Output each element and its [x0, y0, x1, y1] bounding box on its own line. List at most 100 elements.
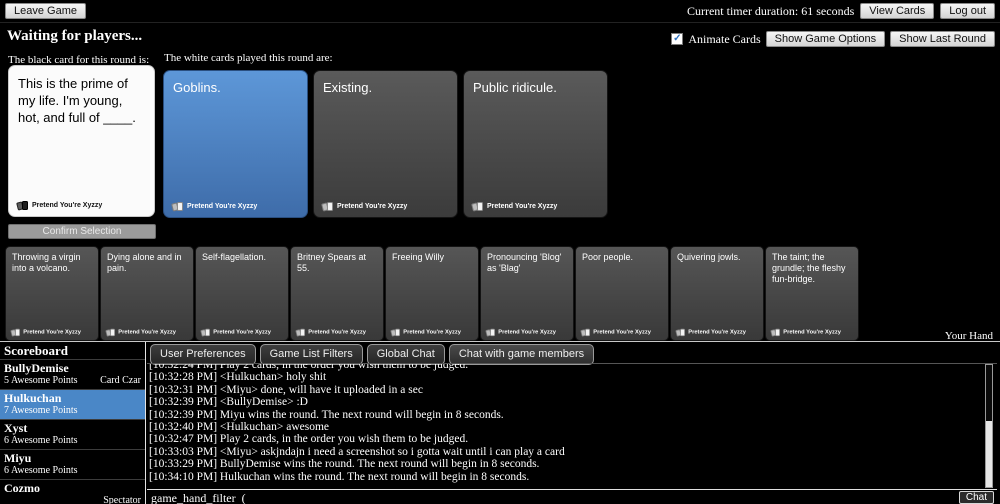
card-watermark: Pretend You're Xyzzy [471, 201, 557, 212]
watermark-text: Pretend You're Xyzzy [32, 201, 103, 209]
watermark-text: Pretend You're Xyzzy [213, 329, 271, 335]
chat-message: [10:32:40 PM] <Hulkuchan> awesome [149, 421, 330, 434]
card-watermark: Pretend You're Xyzzy [295, 328, 366, 337]
animate-cards-checkbox[interactable]: ✓ [671, 33, 684, 45]
leave-game-button[interactable]: Leave Game [5, 3, 86, 19]
player-role: Card Czar [100, 375, 141, 386]
chat-input-row: game_hand_filter ( Chat [147, 489, 997, 504]
player-name: Hulkuchan [4, 391, 62, 405]
card-watermark: Pretend You're Xyzzy [580, 328, 651, 337]
cards-logo-icon [770, 328, 781, 337]
white-cards-section-label: The white cards played this round are: [164, 52, 333, 64]
cards-logo-icon [390, 328, 401, 337]
watermark-text: Pretend You're Xyzzy [498, 329, 556, 335]
chat-log: [10:32:24 PM] Play 2 cards, in the order… [149, 364, 983, 488]
player-role: Spectator [103, 495, 141, 504]
scoreboard-row: Cozmo Spectator [0, 479, 145, 504]
hand-card-text: Pronouncing 'Blog' as 'Blag' [487, 252, 562, 273]
hand-card[interactable]: The taint; the grundle; the fleshy fun-b… [765, 246, 859, 341]
hand-card-text: Self-flagellation. [202, 252, 267, 262]
chat-message: [10:33:29 PM] BullyDemise wins the round… [149, 458, 540, 471]
hand-card[interactable]: Britney Spears at 55. Pretend You're Xyz… [290, 246, 384, 341]
view-cards-button[interactable]: View Cards [860, 3, 935, 19]
cards-logo-icon [675, 328, 686, 337]
check-icon: ✓ [673, 33, 682, 44]
tab-user-preferences[interactable]: User Preferences [150, 344, 256, 365]
tab-global-chat[interactable]: Global Chat [366, 344, 445, 365]
chat-message: [10:32:28 PM] <Hulkuchan> holy shit [149, 371, 327, 384]
cards-logo-icon [580, 328, 591, 337]
player-name: Cozmo [4, 481, 40, 495]
card-watermark: Pretend You're Xyzzy [16, 200, 103, 211]
played-card-text: Public ridicule. [473, 80, 557, 95]
chat-message: [10:32:39 PM] <BullyDemise> :D [149, 396, 308, 409]
hand-card-text: Poor people. [582, 252, 634, 262]
show-game-options-button[interactable]: Show Game Options [765, 31, 886, 47]
chat-scrollbar[interactable] [985, 364, 993, 488]
tab-game-chat[interactable]: Chat with game members [448, 344, 595, 365]
card-watermark: Pretend You're Xyzzy [10, 328, 81, 337]
hand-card[interactable]: Freeing Willy Pretend You're Xyzzy [385, 246, 479, 341]
chat-input[interactable]: game_hand_filter ( [147, 491, 955, 504]
cards-logo-icon [485, 328, 496, 337]
cards-logo-icon [321, 201, 334, 212]
chat-message: [10:32:24 PM] Play 2 cards, in the order… [149, 364, 469, 371]
cards-logo-icon [105, 328, 116, 337]
card-watermark: Pretend You're Xyzzy [200, 328, 271, 337]
chat-message: [10:32:47 PM] Play 2 cards, in the order… [149, 433, 469, 446]
cards-logo-icon [471, 201, 484, 212]
confirm-selection-button[interactable]: Confirm Selection [8, 224, 156, 239]
game-options-row: ✓ Animate Cards Show Game Options Show L… [671, 31, 995, 47]
chat-message: [10:34:10 PM] Hulkuchan wins the round. … [149, 470, 530, 483]
hand-card-text: Dying alone and in pain. [107, 252, 182, 273]
cards-logo-icon [295, 328, 306, 337]
animate-cards-label: Animate Cards [688, 31, 761, 46]
watermark-text: Pretend You're Xyzzy [308, 329, 366, 335]
top-bar: Leave Game Current timer duration: 61 se… [0, 0, 1000, 23]
bottom-panel: Scoreboard BullyDemise 5 Awesome Points C… [0, 341, 1000, 504]
played-card[interactable]: Goblins. Pretend You're Xyzzy [163, 70, 308, 218]
watermark-text: Pretend You're Xyzzy [187, 202, 258, 210]
player-points: 6 Awesome Points [4, 465, 78, 476]
card-watermark: Pretend You're Xyzzy [675, 328, 746, 337]
hand-card[interactable]: Dying alone and in pain. Pretend You're … [100, 246, 194, 341]
chat-send-button[interactable]: Chat [958, 491, 994, 504]
player-points: 5 Awesome Points [4, 375, 78, 386]
watermark-text: Pretend You're Xyzzy [337, 202, 408, 210]
card-watermark: Pretend You're Xyzzy [390, 328, 461, 337]
card-watermark: Pretend You're Xyzzy [321, 201, 408, 212]
tab-game-list-filters[interactable]: Game List Filters [259, 344, 363, 365]
hand-card[interactable]: Self-flagellation. Pretend You're Xyzzy [195, 246, 289, 341]
hand-card-row: Throwing a virgin into a volcano. Preten… [5, 246, 859, 341]
hand-card[interactable]: Pronouncing 'Blog' as 'Blag' Pretend You… [480, 246, 574, 341]
chat-message: [10:33:03 PM] <Miyu> askjndajn i need a … [149, 445, 565, 458]
card-watermark: Pretend You're Xyzzy [485, 328, 556, 337]
played-card-text: Goblins. [173, 80, 221, 95]
scoreboard-title: Scoreboard [4, 343, 69, 358]
hand-card-text: Freeing Willy [392, 252, 445, 262]
chat-scrollbar-thumb[interactable] [986, 421, 992, 487]
cards-logo-icon [16, 200, 29, 211]
black-card: This is the prime of my life. I'm young,… [8, 65, 155, 217]
watermark-text: Pretend You're Xyzzy [688, 329, 746, 335]
scoreboard: Scoreboard BullyDemise 5 Awesome Points C… [0, 342, 146, 504]
hand-card[interactable]: Throwing a virgin into a volcano. Preten… [5, 246, 99, 341]
logout-button[interactable]: Log out [940, 3, 995, 19]
hand-card[interactable]: Quivering jowls. Pretend You're Xyzzy [670, 246, 764, 341]
watermark-text: Pretend You're Xyzzy [23, 329, 81, 335]
hand-card-text: Britney Spears at 55. [297, 252, 367, 273]
hand-card[interactable]: Poor people. Pretend You're Xyzzy [575, 246, 669, 341]
played-card[interactable]: Existing. Pretend You're Xyzzy [313, 70, 458, 218]
black-card-text: This is the prime of my life. I'm young,… [18, 76, 136, 125]
hand-card-text: The taint; the grundle; the fleshy fun-b… [772, 252, 846, 284]
chat-panel: User Preferences Game List Filters Globa… [147, 342, 997, 504]
hand-card-text: Throwing a virgin into a volcano. [12, 252, 81, 273]
scoreboard-row: Hulkuchan 7 Awesome Points [0, 389, 145, 419]
watermark-text: Pretend You're Xyzzy [783, 329, 841, 335]
watermark-text: Pretend You're Xyzzy [118, 329, 176, 335]
show-last-round-button[interactable]: Show Last Round [890, 31, 995, 47]
played-card[interactable]: Public ridicule. Pretend You're Xyzzy [463, 70, 608, 218]
card-watermark: Pretend You're Xyzzy [770, 328, 841, 337]
watermark-text: Pretend You're Xyzzy [593, 329, 651, 335]
cards-logo-icon [10, 328, 21, 337]
